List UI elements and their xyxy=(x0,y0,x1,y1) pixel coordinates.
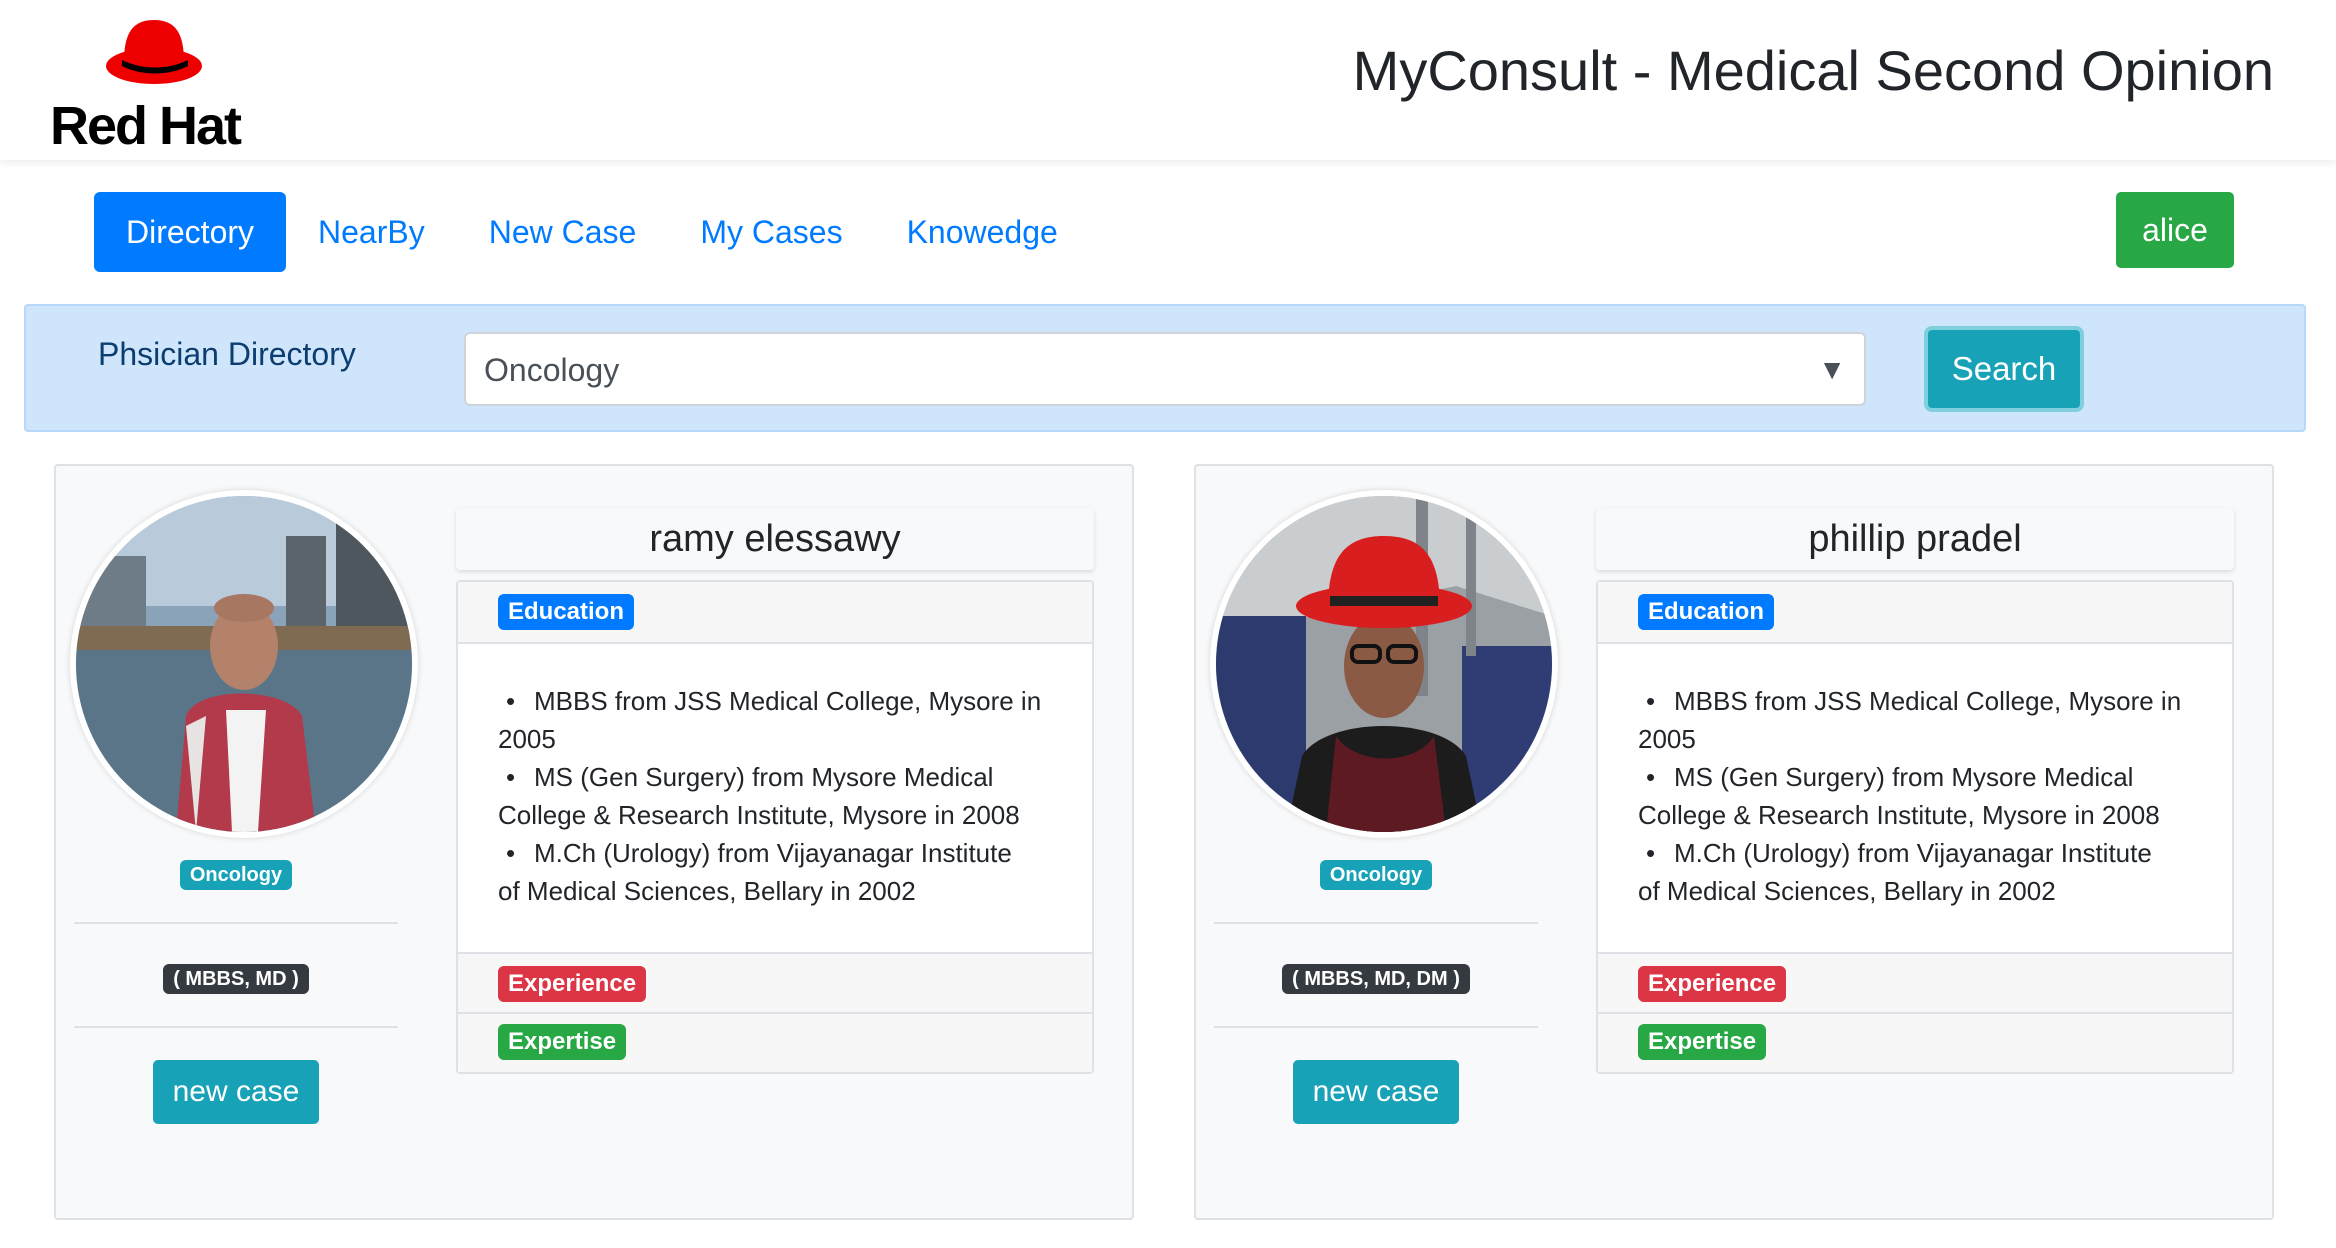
list-item: 2005 xyxy=(498,724,556,754)
physician-name: ramy elessawy xyxy=(456,508,1094,570)
expertise-header[interactable]: Expertise xyxy=(1598,1014,2232,1072)
education-list: • MBBS from JSS Medical College, Mysore i… xyxy=(1598,644,2232,952)
degrees-badge: ( MBBS, MD, DM ) xyxy=(1282,964,1470,994)
list-item: • MS (Gen Surgery) from Mysore Medical xyxy=(1646,762,2134,792)
physician-profile-column: Oncology ( MBBS, MD ) new case xyxy=(70,466,418,1218)
education-badge: Education xyxy=(498,594,635,630)
list-item: College & Research Institute, Mysore in … xyxy=(1638,800,2160,830)
specialty-select-value: Oncology xyxy=(484,352,620,388)
search-panel: Phsician Directory Oncology ▼ Search xyxy=(24,304,2306,432)
divider xyxy=(74,922,398,924)
experience-header[interactable]: Experience xyxy=(1598,952,2232,1014)
nav-knowledge[interactable]: Knowedge xyxy=(875,192,1090,272)
experience-badge: Experience xyxy=(498,966,647,1002)
nav-new-case[interactable]: New Case xyxy=(457,192,669,272)
caret-down-icon: ▼ xyxy=(1818,354,1846,385)
physician-card: Oncology ( MBBS, MD ) new case ramy eles… xyxy=(54,464,1134,1220)
specialty-badge: Oncology xyxy=(1319,860,1433,890)
avatar xyxy=(70,490,418,838)
divider xyxy=(1214,1026,1538,1028)
new-case-button[interactable]: new case xyxy=(152,1060,320,1124)
list-item: • MBBS from JSS Medical College, Mysore i… xyxy=(1646,686,2182,716)
physician-details: Education • MBBS from JSS Medical College… xyxy=(456,580,1094,1074)
list-item: • MS (Gen Surgery) from Mysore Medical xyxy=(506,762,994,792)
specialty-select[interactable]: Oncology ▼ xyxy=(464,332,1866,406)
list-item: • M.Ch (Urology) from Vijayanagar Institu… xyxy=(506,838,1012,868)
education-header[interactable]: Education xyxy=(458,582,1092,644)
new-case-button[interactable]: new case xyxy=(1292,1060,1460,1124)
specialty-badge: Oncology xyxy=(179,860,293,890)
avatar xyxy=(1210,490,1558,838)
list-item: of Medical Sciences, Bellary in 2002 xyxy=(1638,876,2056,906)
user-button[interactable]: alice xyxy=(2116,192,2234,268)
experience-header[interactable]: Experience xyxy=(458,952,1092,1014)
app-header: Red Hat MyConsult - Medical Second Opini… xyxy=(0,0,2336,160)
search-button[interactable]: Search xyxy=(1924,326,2084,412)
expertise-badge: Expertise xyxy=(1638,1024,1767,1060)
divider xyxy=(74,1026,398,1028)
education-badge: Education xyxy=(1638,594,1775,630)
main-nav: Directory NearBy New Case My Cases Knowe… xyxy=(94,192,1090,272)
physician-profile-column: Oncology ( MBBS, MD, DM ) new case xyxy=(1210,466,1558,1218)
physician-photo xyxy=(1216,496,1552,832)
redhat-logo: Red Hat xyxy=(50,14,260,156)
nav-directory[interactable]: Directory xyxy=(94,192,287,272)
list-item: • M.Ch (Urology) from Vijayanagar Institu… xyxy=(1646,838,2152,868)
physician-photo xyxy=(76,496,412,832)
page-title: MyConsult - Medical Second Opinion xyxy=(1352,39,2274,102)
list-item: of Medical Sciences, Bellary in 2002 xyxy=(498,876,916,906)
divider xyxy=(1214,922,1538,924)
list-item: • MBBS from JSS Medical College, Mysore i… xyxy=(506,686,1042,716)
red-hat-icon xyxy=(106,20,202,84)
list-item: 2005 xyxy=(1638,724,1696,754)
nav-nearby[interactable]: NearBy xyxy=(286,192,457,272)
experience-badge: Experience xyxy=(1638,966,1787,1002)
education-list: • MBBS from JSS Medical College, Mysore i… xyxy=(458,644,1092,952)
physician-details: Education • MBBS from JSS Medical College… xyxy=(1596,580,2234,1074)
expertise-badge: Expertise xyxy=(498,1024,627,1060)
list-item: College & Research Institute, Mysore in … xyxy=(498,800,1020,830)
nav-my-cases[interactable]: My Cases xyxy=(668,192,874,272)
physician-card: Oncology ( MBBS, MD, DM ) new case phill… xyxy=(1194,464,2274,1220)
physician-name: phillip pradel xyxy=(1596,508,2234,570)
education-header[interactable]: Education xyxy=(1598,582,2232,644)
degrees-badge: ( MBBS, MD ) xyxy=(163,964,309,994)
expertise-header[interactable]: Expertise xyxy=(458,1014,1092,1072)
directory-label: Phsician Directory xyxy=(98,336,356,372)
logo-text: Red Hat xyxy=(50,96,242,156)
